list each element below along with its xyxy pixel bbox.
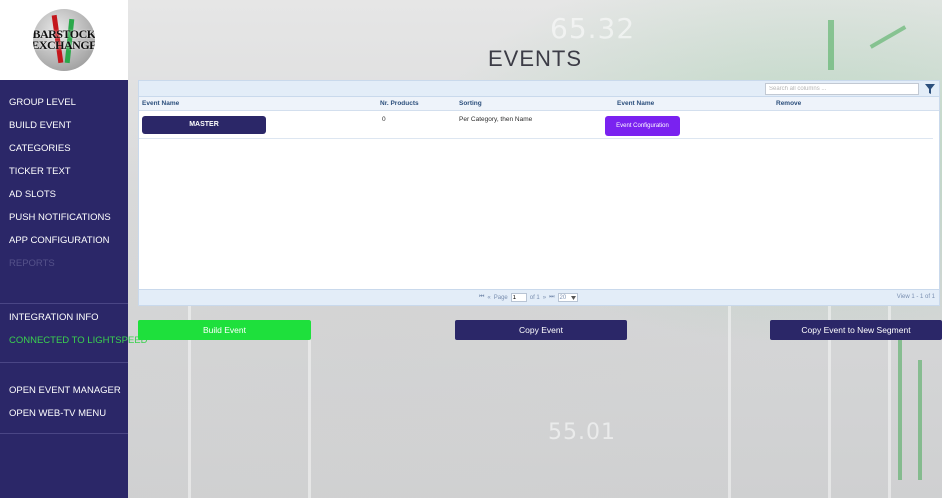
- table-row: MASTER 0 Per Category, then Name Event C…: [139, 111, 933, 139]
- bg-ticker-number-2: 55.01: [548, 420, 616, 445]
- prev-page-icon[interactable]: «: [487, 295, 490, 301]
- sidebar-item-integration-info[interactable]: INTEGRATION INFO: [0, 306, 128, 329]
- event-name-button[interactable]: MASTER: [142, 116, 266, 134]
- sidebar-status-connected: CONNECTED TO LIGHTSPEED: [9, 335, 148, 346]
- grid-header-row: Event Name Nr. Products Sorting Event Na…: [139, 97, 939, 111]
- sidebar-item-open-webtv-menu[interactable]: OPEN WEB-TV MENU: [0, 402, 128, 425]
- view-count-label: View 1 - 1 of 1: [896, 294, 935, 300]
- sidebar-item-push-notifications[interactable]: PUSH NOTIFICATIONS: [0, 206, 128, 229]
- page-size-select[interactable]: 20: [557, 293, 578, 302]
- sidebar-item-build-event[interactable]: BUILD EVENT: [0, 114, 128, 137]
- events-grid: Event Name Nr. Products Sorting Event Na…: [138, 80, 940, 306]
- page-label: Page: [493, 294, 508, 301]
- sidebar-divider: [0, 303, 128, 304]
- sidebar-item-group-level[interactable]: GROUP LEVEL: [0, 91, 128, 114]
- page-count-label: of 1: [529, 294, 540, 301]
- sidebar: BARSTOCK EXCHANGE GROUP LEVEL BUILD EVEN…: [0, 0, 148, 498]
- sidebar-item-ticker-text[interactable]: TICKER TEXT: [0, 160, 128, 183]
- page-title: EVENTS: [487, 46, 583, 71]
- sidebar-item-app-configuration[interactable]: APP CONFIGURATION: [0, 229, 128, 252]
- grid-pager: ⏮ « Page of 1 » ⏭ 20 View 1 - 1 of 1: [139, 289, 939, 305]
- sorting-cell: Per Category, then Name: [459, 116, 533, 123]
- logo-text-line2: EXCHANGE: [33, 38, 95, 52]
- copy-event-button[interactable]: Copy Event: [455, 320, 627, 340]
- nr-products-cell: 0: [382, 116, 386, 123]
- sidebar-item-open-event-manager[interactable]: OPEN EVENT MANAGER: [0, 379, 128, 402]
- first-page-icon[interactable]: ⏮: [479, 294, 484, 301]
- barstock-exchange-logo[interactable]: BARSTOCK EXCHANGE: [33, 9, 95, 71]
- sidebar-item-reports[interactable]: REPORTS: [0, 252, 128, 275]
- column-header-remove[interactable]: Remove: [776, 100, 801, 107]
- last-page-icon[interactable]: ⏭: [549, 294, 554, 301]
- column-header-nr-products[interactable]: Nr. Products: [380, 100, 419, 107]
- page-number-input[interactable]: [510, 293, 527, 302]
- filter-icon[interactable]: [925, 84, 935, 94]
- chevron-down-icon: [570, 295, 576, 300]
- column-header-event-config[interactable]: Event Name: [617, 100, 654, 107]
- column-header-sorting[interactable]: Sorting: [459, 100, 482, 107]
- logo-container: BARSTOCK EXCHANGE: [0, 0, 128, 80]
- grid-toolbar: [139, 81, 939, 97]
- search-input[interactable]: [765, 83, 919, 95]
- sidebar-item-categories[interactable]: CATEGORIES: [0, 137, 128, 160]
- sidebar-nav: GROUP LEVEL BUILD EVENT CATEGORIES TICKE…: [0, 80, 148, 498]
- column-header-event-name[interactable]: Event Name: [142, 100, 179, 107]
- page-size-value: 20: [559, 294, 567, 301]
- sidebar-item-ad-slots[interactable]: AD SLOTS: [0, 183, 128, 206]
- next-page-icon[interactable]: »: [543, 295, 546, 301]
- copy-event-to-new-segment-button[interactable]: Copy Event to New Segment: [770, 320, 942, 340]
- build-event-button[interactable]: Build Event: [138, 320, 311, 340]
- bg-ticker-number: 65.32: [550, 12, 636, 45]
- event-configuration-button[interactable]: Event Configuration: [605, 116, 680, 136]
- sidebar-divider: [0, 433, 128, 434]
